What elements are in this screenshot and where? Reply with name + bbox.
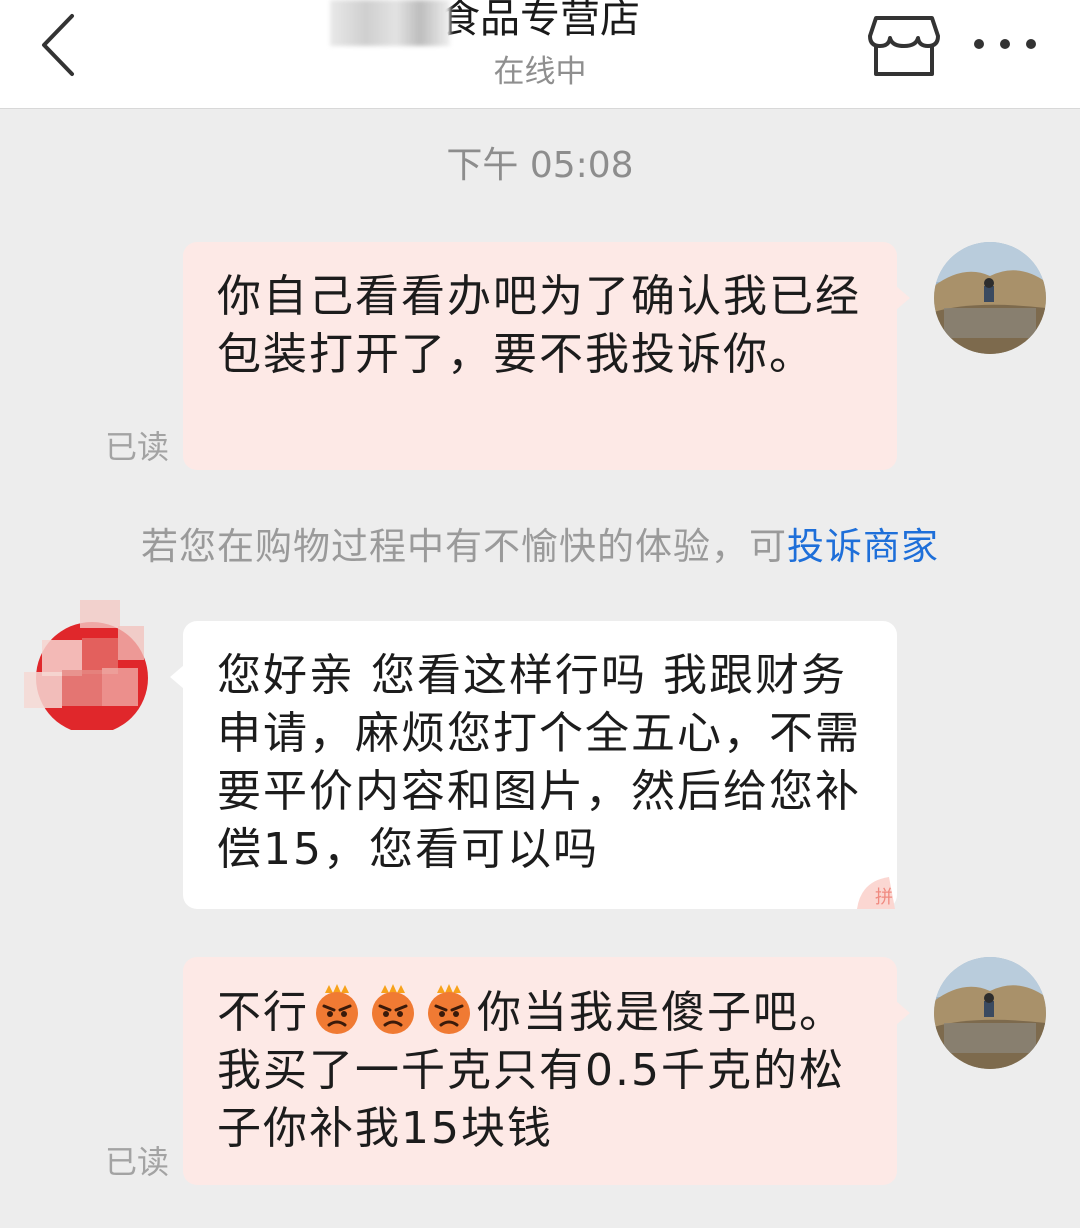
message-timestamp: 下午 05:08 — [446, 145, 634, 186]
read-receipt: 已读 — [105, 1143, 170, 1181]
angry-face-icon — [316, 984, 358, 1034]
shop-avatar[interactable] — [24, 600, 154, 734]
complaint-notice: 若您在购物过程中有不愉快的体验，可投诉商家 — [0, 516, 1080, 570]
redacted-title-mask — [330, 0, 450, 46]
pinduoduo-logo-icon: 拼 — [857, 877, 895, 909]
user-avatar[interactable] — [934, 957, 1046, 1069]
message-text-before-emoji: 不行 — [217, 987, 309, 1038]
incoming-message[interactable]: 您好亲 您看这样行吗 我跟财务申请，麻烦您打个全五心，不需要平价内容和图片，然后… — [170, 621, 897, 909]
user-avatar[interactable] — [934, 242, 1046, 354]
complain-merchant-link[interactable]: 投诉商家 — [787, 525, 939, 568]
chat-header: 食品专营店 在线中 — [0, 0, 1080, 109]
read-receipt: 已读 — [105, 428, 170, 466]
angry-face-icon — [428, 984, 470, 1034]
more-button[interactable] — [960, 20, 1050, 68]
store-button[interactable] — [866, 12, 942, 80]
incoming-message-text: 您好亲 您看这样行吗 我跟财务申请，麻烦您打个全五心，不需要平价内容和图片，然后… — [217, 650, 861, 875]
outgoing-message[interactable]: 你自己看看办吧为了确认我已经包装打开了，要不我投诉你。 — [183, 242, 910, 470]
more-dots-icon — [974, 39, 1036, 49]
svg-text:拼: 拼 — [875, 887, 895, 908]
store-icon — [868, 16, 940, 76]
outgoing-message[interactable]: 不行 你当我是傻子吧。我买了一千克只有0.5千克的松子你补我15块钱 — [183, 957, 910, 1185]
angry-face-icon — [372, 984, 414, 1034]
complaint-notice-text: 若您在购物过程中有不愉快的体验，可 — [141, 525, 787, 568]
